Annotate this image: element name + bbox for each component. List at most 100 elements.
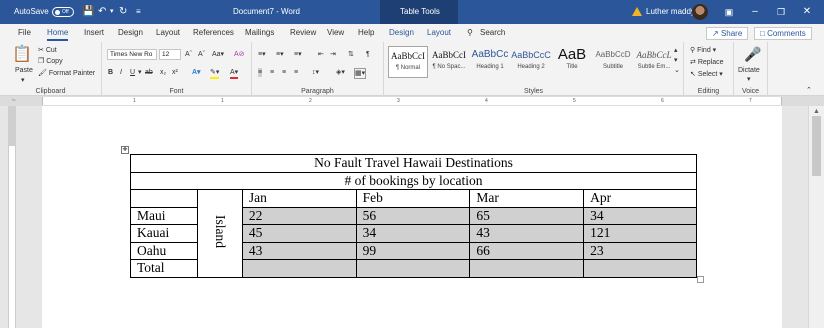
align-right-icon[interactable]: ≡ — [282, 68, 286, 77]
month-header-cell[interactable]: Apr — [583, 189, 697, 208]
show-formatting-icon[interactable]: ¶ — [366, 50, 370, 59]
tab-mailings[interactable]: Mailings — [245, 24, 274, 42]
redo-icon[interactable]: ↻ — [119, 0, 127, 24]
month-header-cell[interactable]: Feb — [355, 189, 471, 208]
restore-button[interactable]: ❐ — [768, 0, 794, 24]
sort-icon[interactable]: ⇅ — [348, 50, 354, 59]
italic-icon[interactable]: I — [120, 68, 122, 77]
format-painter-button[interactable]: 🖌 Format Painter — [38, 69, 95, 78]
total-cell[interactable] — [241, 259, 357, 278]
superscript-icon[interactable]: x² — [172, 68, 178, 77]
shrink-font-icon[interactable]: Aˇ — [198, 50, 205, 59]
tab-view[interactable]: View — [327, 24, 344, 42]
island-name-cell[interactable]: Maui — [130, 206, 198, 225]
close-button[interactable]: ✕ — [794, 0, 820, 24]
replace-button[interactable]: ⇄ Replace — [690, 58, 724, 67]
dictate-dropdown-icon[interactable]: ▾ — [747, 75, 751, 84]
user-name[interactable]: Luther maddy — [646, 0, 695, 24]
paste-icon[interactable]: 📋 — [12, 46, 32, 64]
decrease-indent-icon[interactable]: ⇤ — [318, 50, 324, 59]
justify-icon[interactable]: ≡ — [294, 68, 298, 77]
style-no-spacing[interactable]: AaBbCcI ¶ No Spac... — [429, 46, 469, 78]
tab-help[interactable]: Help — [358, 24, 374, 42]
tab-table-layout[interactable]: Layout — [427, 24, 451, 42]
warning-icon[interactable] — [632, 7, 642, 16]
cut-button[interactable]: ✂ Cut — [38, 46, 57, 55]
total-cell[interactable] — [583, 259, 697, 278]
underline-dropdown-icon[interactable]: ▾ — [138, 68, 142, 77]
multilevel-list-icon[interactable]: ≡▾ — [294, 50, 302, 59]
grow-font-icon[interactable]: Aˆ — [185, 50, 192, 59]
tab-references[interactable]: References — [193, 24, 234, 42]
font-name-box[interactable]: Times New Ro — [107, 49, 157, 60]
tab-home[interactable]: Home — [47, 24, 69, 42]
tab-selector-icon[interactable]: ⌙ — [12, 96, 16, 104]
vertical-scrollbar[interactable]: ▲ — [808, 106, 824, 328]
borders-icon[interactable]: ▦▾ — [354, 68, 367, 79]
clear-formatting-icon[interactable]: A⊘ — [234, 50, 245, 59]
value-cell[interactable]: 34 — [583, 206, 697, 225]
scroll-up-icon[interactable]: ▲ — [813, 108, 820, 115]
style-heading-1[interactable]: AaBbCc Heading 1 — [470, 46, 510, 78]
total-label-cell[interactable]: Total — [130, 259, 198, 278]
value-cell[interactable]: 43 — [241, 241, 357, 260]
bookings-table[interactable]: No Fault Travel Hawaii Destinations # of… — [130, 154, 697, 278]
text-effects-icon[interactable]: A▾ — [192, 68, 201, 77]
style-heading-2[interactable]: AaBbCcC Heading 2 — [511, 46, 551, 78]
increase-indent-icon[interactable]: ⇥ — [330, 50, 336, 59]
styles-more-icon[interactable]: ⌄ — [674, 66, 680, 75]
value-cell[interactable]: 34 — [355, 224, 471, 243]
undo-dropdown-icon[interactable]: ▾ — [110, 0, 114, 24]
save-icon[interactable]: 💾 — [82, 0, 94, 24]
microphone-icon[interactable]: 🎤 — [744, 46, 761, 62]
value-cell[interactable]: 65 — [469, 206, 585, 225]
tab-review[interactable]: Review — [290, 24, 316, 42]
undo-icon[interactable]: ↶ — [98, 0, 106, 24]
value-cell[interactable]: 45 — [241, 224, 357, 243]
subscript-icon[interactable]: x₂ — [160, 68, 166, 77]
minimize-button[interactable]: – — [742, 0, 768, 24]
find-button[interactable]: ⚲ Find ▾ — [690, 46, 716, 55]
tab-design[interactable]: Design — [118, 24, 143, 42]
island-name-cell[interactable]: Kauai — [130, 224, 198, 243]
align-left-icon[interactable]: ≡ — [258, 68, 263, 77]
comments-button[interactable]: □ Comments — [754, 27, 812, 40]
value-cell[interactable]: 22 — [241, 206, 357, 225]
collapse-ribbon-icon[interactable]: ⌃ — [806, 86, 812, 95]
paste-button[interactable]: Paste — [15, 66, 33, 75]
underline-icon[interactable]: U — [130, 68, 135, 77]
font-color-icon[interactable]: A▾ — [230, 68, 239, 79]
change-case-icon[interactable]: Aa▾ — [212, 50, 224, 59]
tab-layout[interactable]: Layout — [156, 24, 180, 42]
tab-file[interactable]: File — [18, 24, 31, 42]
share-button[interactable]: ↗ Share — [706, 27, 749, 40]
strikethrough-icon[interactable]: ab — [145, 68, 153, 77]
island-header-cell[interactable]: Island — [196, 189, 243, 278]
value-cell[interactable]: 56 — [355, 206, 471, 225]
line-spacing-icon[interactable]: ↕▾ — [312, 68, 319, 77]
style-title[interactable]: AaB Title — [552, 46, 592, 78]
table-subtitle-cell[interactable]: # of bookings by location — [130, 171, 697, 190]
autosave-toggle[interactable]: Off — [52, 7, 74, 17]
scroll-thumb[interactable] — [812, 116, 821, 176]
paste-dropdown-icon[interactable]: ▾ — [21, 76, 25, 85]
styles-scroll-up-icon[interactable]: ▴ — [674, 46, 678, 55]
tab-insert[interactable]: Insert — [84, 24, 104, 42]
tab-table-design[interactable]: Design — [389, 24, 414, 42]
search-icon[interactable]: ⚲ — [467, 24, 473, 42]
avatar[interactable] — [692, 4, 708, 20]
table-move-handle[interactable]: ✚ — [121, 146, 129, 154]
customize-toolbar-icon[interactable]: ≡ — [136, 0, 141, 24]
table-resize-handle[interactable] — [697, 276, 704, 283]
island-name-cell[interactable]: Oahu — [130, 241, 198, 260]
total-cell[interactable] — [355, 259, 471, 278]
month-header-cell[interactable]: Jan — [241, 189, 357, 208]
shading-icon[interactable]: ◈▾ — [336, 68, 345, 77]
ribbon-display-options-icon[interactable]: ▣ — [716, 0, 742, 24]
highlight-icon[interactable]: ✎▾ — [210, 68, 220, 79]
value-cell[interactable]: 66 — [469, 241, 585, 260]
select-button[interactable]: ↖ Select ▾ — [690, 70, 723, 79]
style-normal[interactable]: AaBbCcI ¶ Normal — [388, 46, 428, 78]
month-header-cell[interactable]: Mar — [469, 189, 585, 208]
bold-icon[interactable]: B — [108, 68, 113, 77]
